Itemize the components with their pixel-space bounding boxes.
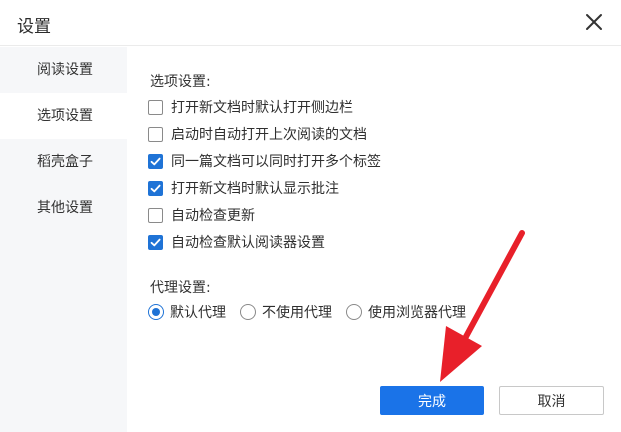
- checkbox[interactable]: [148, 180, 163, 196]
- option-open-sidebar[interactable]: 打开新文档时默认打开侧边栏: [148, 97, 353, 117]
- title-bar: 设置: [0, 0, 621, 46]
- radio-label: 使用浏览器代理: [368, 305, 466, 321]
- option-label: 同一篇文档可以同时打开多个标签: [171, 154, 381, 170]
- option-label: 启动时自动打开上次阅读的文档: [171, 127, 367, 143]
- proxy-option-default[interactable]: 默认代理: [148, 302, 226, 322]
- settings-sidebar: 阅读设置 选项设置 稻壳盒子 其他设置: [0, 47, 127, 432]
- option-reopen-last-document[interactable]: 启动时自动打开上次阅读的文档: [148, 124, 367, 144]
- proxy-radio-group: 默认代理 不使用代理 使用浏览器代理: [148, 302, 480, 322]
- option-label: 打开新文档时默认显示批注: [171, 181, 339, 197]
- sidebar-item-docer-box[interactable]: 稻壳盒子: [0, 139, 127, 185]
- option-label: 打开新文档时默认打开侧边栏: [171, 100, 353, 116]
- option-label: 自动检查默认阅读器设置: [171, 235, 325, 251]
- option-show-annotations[interactable]: 打开新文档时默认显示批注: [148, 178, 339, 198]
- radio-button[interactable]: [240, 304, 256, 320]
- options-section-label: 选项设置:: [150, 74, 211, 90]
- settings-dialog: 设置 阅读设置 选项设置 稻壳盒子 其他设置 选项设置: 打开新文档时默认打开侧…: [0, 0, 621, 432]
- checkbox[interactable]: [148, 207, 163, 223]
- dialog-title: 设置: [17, 17, 51, 37]
- option-multiple-tabs[interactable]: 同一篇文档可以同时打开多个标签: [148, 151, 381, 171]
- radio-button[interactable]: [148, 304, 164, 320]
- proxy-option-browser[interactable]: 使用浏览器代理: [346, 302, 466, 322]
- checkmark-icon: [150, 157, 161, 165]
- close-icon: [586, 14, 602, 30]
- sidebar-item-reading-settings[interactable]: 阅读设置: [0, 47, 127, 93]
- sidebar-item-other-settings[interactable]: 其他设置: [0, 185, 127, 231]
- done-button[interactable]: 完成: [380, 386, 484, 415]
- close-button[interactable]: [581, 9, 607, 35]
- radio-label: 默认代理: [170, 305, 226, 321]
- checkbox[interactable]: [148, 99, 163, 115]
- checkbox[interactable]: [148, 153, 163, 169]
- checkmark-icon: [150, 184, 161, 192]
- checkbox[interactable]: [148, 126, 163, 142]
- radio-button[interactable]: [346, 304, 362, 320]
- proxy-section-label: 代理设置:: [150, 280, 211, 296]
- checkbox[interactable]: [148, 234, 163, 250]
- radio-label: 不使用代理: [262, 305, 332, 321]
- option-label: 自动检查更新: [171, 208, 255, 224]
- sidebar-item-option-settings[interactable]: 选项设置: [0, 93, 127, 139]
- option-check-default-reader[interactable]: 自动检查默认阅读器设置: [148, 232, 325, 252]
- cancel-button[interactable]: 取消: [499, 386, 604, 415]
- proxy-option-none[interactable]: 不使用代理: [240, 302, 332, 322]
- checkmark-icon: [150, 238, 161, 246]
- option-auto-check-updates[interactable]: 自动检查更新: [148, 205, 255, 225]
